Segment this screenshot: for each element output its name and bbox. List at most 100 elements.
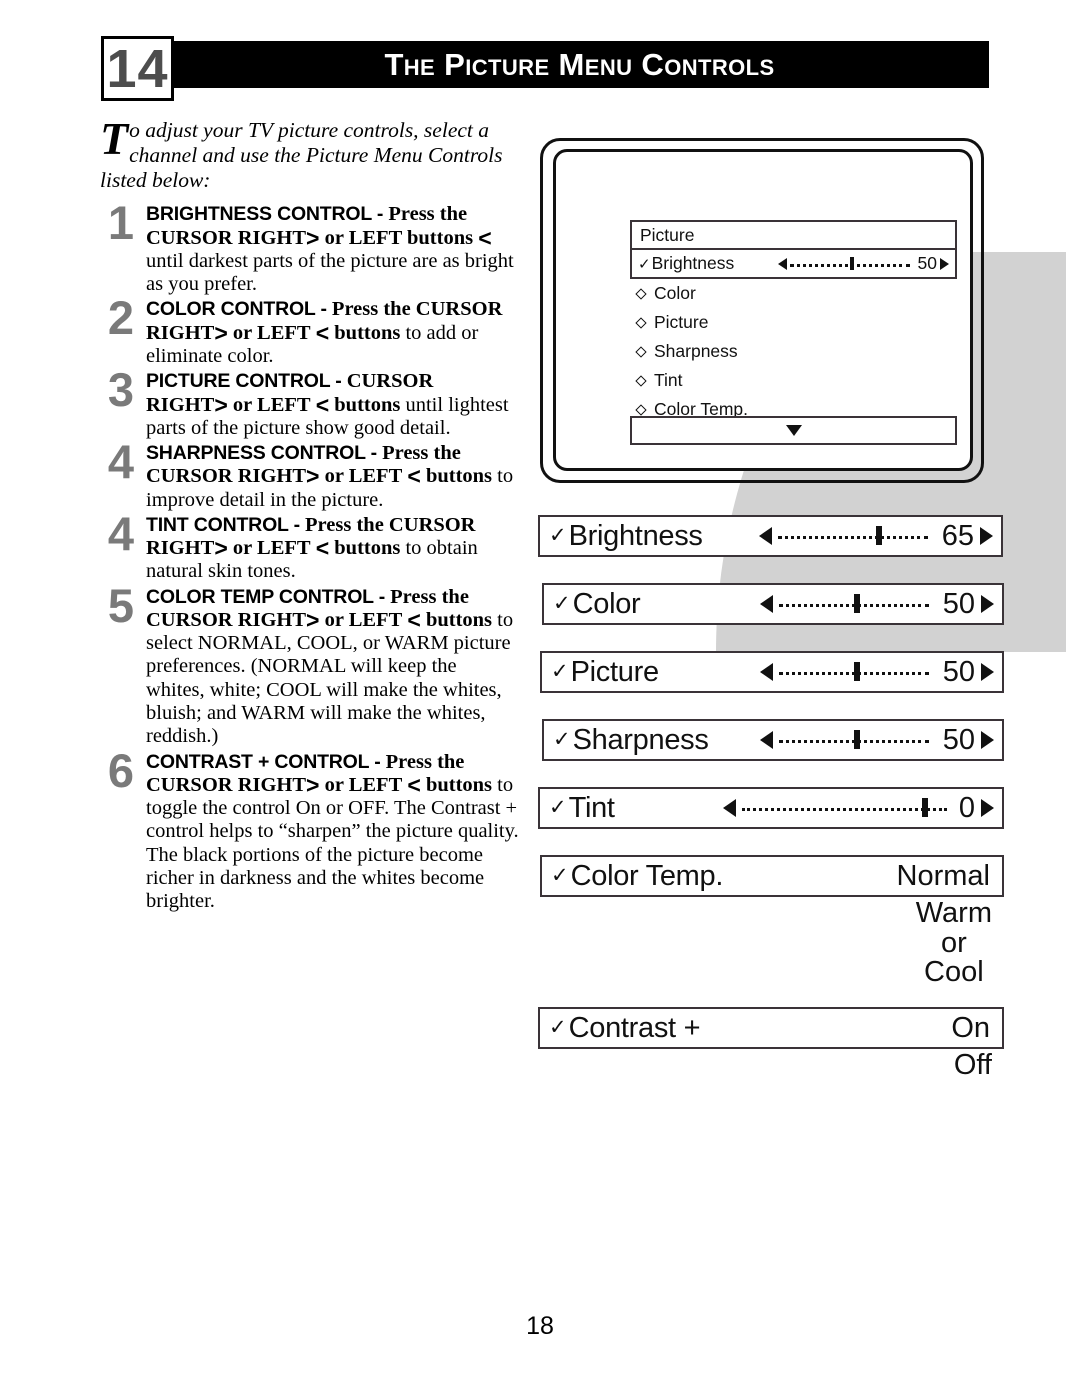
callout-value: Normal [896,859,990,892]
triangle-right-icon[interactable] [981,663,994,681]
slider-handle[interactable] [875,525,882,545]
osd-list-item[interactable]: Tint [630,366,957,395]
callout-slider[interactable]: 50 [760,653,994,691]
diamond-icon [635,345,647,358]
check-icon: ✓ [549,795,567,819]
intro-dropcap: T [100,113,129,164]
triangle-left-icon[interactable] [723,799,736,817]
chapter-number: 14 [106,38,169,99]
callout-label: Color [572,587,641,620]
cursor-left-icon: < [407,606,421,633]
callout-row[interactable]: ✓ Contrast + On [538,1007,1004,1049]
osd-selected-label: Brightness [651,253,735,273]
check-icon: ✓ [638,255,651,273]
callout-row[interactable]: ✓ Sharpness 50 [542,719,1004,761]
callout-row[interactable]: ✓ Color Temp. Normal [540,855,1004,897]
step-item: 2 COLOR CONTROL - Press the CURSOR RIGHT>… [100,294,520,368]
callout-label: Color Temp. [570,859,724,892]
slider-handle[interactable] [854,661,860,681]
callout-slider-track[interactable] [779,661,929,681]
triangle-left-icon[interactable] [778,257,787,270]
osd-slider-track[interactable] [790,257,910,270]
callout-row[interactable]: ✓ Brightness 65 [538,515,1003,557]
step-item: 6 CONTRAST + CONTROL - Press the CURSOR R… [100,747,520,914]
step-text: CONTRAST + CONTROL - Press the CURSOR RI… [146,751,520,914]
triangle-left-icon[interactable] [760,595,773,613]
osd-slider[interactable]: 50 [778,250,949,277]
page-header: The Picture Menu Controls 14 [0,0,1080,110]
step-text: BRIGHTNESS CONTROL - Press the CURSOR RI… [146,203,520,296]
cursor-left-icon: < [407,463,421,490]
osd-menu-title-row: Picture [630,220,957,260]
cursor-right-icon: > [214,391,228,418]
check-icon: ✓ [549,523,567,547]
step-mid: or LEFT [324,465,403,488]
callout-slider-track[interactable] [779,593,929,613]
step-title: COLOR CONTROL - [146,298,327,321]
callout-slider[interactable]: 0 [723,789,994,827]
callout-alternatives: Off [953,1049,992,1081]
triangle-right-icon[interactable] [981,799,994,817]
triangle-left-icon[interactable] [759,527,772,545]
callout-row[interactable]: ✓ Color 50 [542,583,1004,625]
callout-slider[interactable]: 50 [760,721,994,759]
step-text: PICTURE CONTROL - CURSOR RIGHT> or LEFT … [146,370,520,440]
step-number: 3 [107,363,135,417]
slider-handle[interactable] [854,593,860,613]
callout-label: Contrast + [568,1011,701,1044]
cursor-right-icon: > [214,535,228,562]
diamond-icon [635,374,647,387]
osd-scroll-down-row[interactable] [630,416,957,445]
step-number: 4 [107,506,135,560]
callout-row[interactable]: ✓ Picture 50 [540,651,1004,693]
step-item: 3 PICTURE CONTROL - CURSOR RIGHT> or LEFT… [100,366,520,440]
step-title: BRIGHTNESS CONTROL - [146,203,384,226]
osd-list-item[interactable]: Color [630,279,957,308]
tv-screen: Picture ✓ Brightness 50 Color Picture Sh… [553,149,973,471]
cursor-right-icon: > [306,463,320,490]
step-mid: or LEFT [324,608,403,631]
callout-value: 65 [941,519,974,552]
callout-slider-track[interactable] [778,525,928,545]
osd-selected-row[interactable]: ✓ Brightness 50 [630,248,957,279]
triangle-left-icon[interactable] [760,731,773,749]
triangle-right-icon[interactable] [940,257,949,270]
osd-list-item[interactable]: Picture [630,308,957,337]
triangle-left-icon[interactable] [760,663,773,681]
illustration-column: Picture ✓ Brightness 50 Color Picture Sh… [520,130,1066,1140]
osd-list-item[interactable]: Sharpness [630,337,957,366]
triangle-right-icon[interactable] [981,595,994,613]
cursor-right-icon: > [306,224,320,251]
cursor-left-icon: < [315,319,330,346]
callout-slider-track[interactable] [779,729,929,749]
cursor-left-icon: < [478,224,492,251]
callout-row[interactable]: ✓ Tint 0 [538,787,1004,829]
step-item: 1 BRIGHTNESS CONTROL - Press the CURSOR R… [100,199,520,296]
osd-item-list: Color Picture Sharpness Tint Color Temp. [630,279,957,424]
callout-value: 0 [958,791,975,824]
callout-slider-track[interactable] [742,797,947,817]
step-mid: or LEFT [324,773,403,796]
cursor-right-icon: > [214,319,228,346]
check-icon: ✓ [549,1015,567,1039]
slider-handle[interactable] [922,797,929,817]
cursor-left-icon: < [315,535,330,562]
step-item: 5 COLOR TEMP CONTROL - Press the CURSOR R… [100,582,520,749]
osd-list-item-label: Sharpness [654,341,738,361]
triangle-right-icon[interactable] [980,527,993,545]
callout-slider[interactable]: 65 [759,517,993,555]
step-title: SHARPNESS CONTROL - [146,442,377,465]
caret-down-icon[interactable] [785,425,802,436]
step-bold-tail: buttons [334,393,401,416]
triangle-right-icon[interactable] [981,731,994,749]
caret-up-icon[interactable] [785,229,801,260]
step-number: 5 [107,578,135,632]
callout-slider[interactable]: 50 [760,585,994,623]
diamond-icon [635,287,647,300]
callout-alternatives: Warm or Cool [915,897,992,989]
step-rest: until darkest parts of the picture are a… [146,249,514,296]
step-text: COLOR TEMP CONTROL - Press the CURSOR RI… [146,586,520,749]
slider-handle[interactable] [854,729,860,749]
intro-text: o adjust your TV picture controls, selec… [100,118,503,193]
step-bold-tail: buttons [334,537,401,560]
